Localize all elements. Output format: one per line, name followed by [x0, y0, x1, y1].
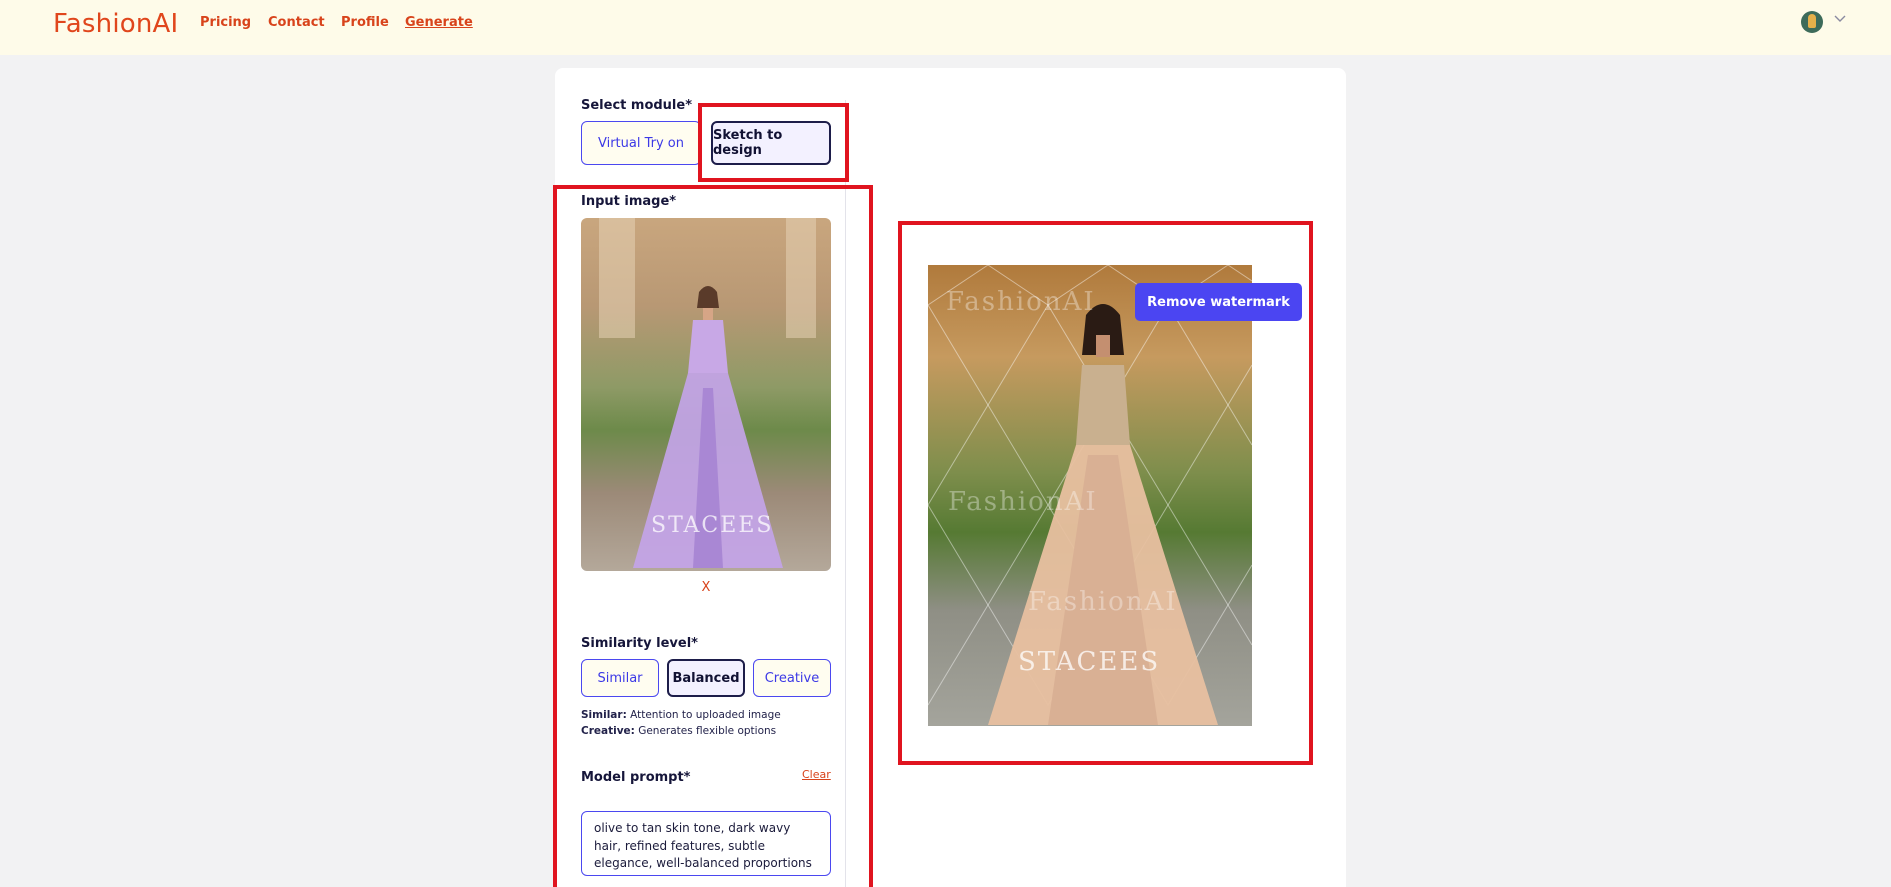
similarity-creative-button[interactable]: Creative	[753, 659, 831, 697]
nav-pricing[interactable]: Pricing	[200, 15, 251, 30]
similarity-similar-button[interactable]: Similar	[581, 659, 659, 697]
similarity-balanced-button[interactable]: Balanced	[667, 659, 745, 697]
hint-term: Creative:	[581, 725, 635, 737]
output-watermark: FashionAI	[946, 287, 1096, 317]
chevron-down-icon[interactable]	[1833, 12, 1847, 26]
input-image-label: Input image*	[581, 194, 677, 209]
logo[interactable]: FashionAI	[53, 9, 178, 39]
nav-contact[interactable]: Contact	[268, 15, 325, 30]
similarity-hint-creative: Creative: Generates flexible options	[581, 725, 776, 737]
model-prompt-input[interactable]: olive to tan skin tone, dark wavy hair, …	[581, 811, 831, 876]
avatar[interactable]	[1801, 11, 1823, 33]
hint-text: Attention to uploaded image	[626, 709, 781, 721]
module-virtual-try-on-button[interactable]: Virtual Try on	[581, 121, 701, 165]
nav-generate[interactable]: Generate	[405, 15, 473, 30]
input-watermark: STACEES	[651, 513, 774, 538]
similarity-label: Similarity level*	[581, 636, 698, 651]
module-label: Select module*	[581, 98, 693, 113]
generated-image: FashionAI FashionAI FashionAI STACEES	[928, 265, 1252, 726]
hint-text: Generates flexible options	[634, 725, 777, 737]
background-pillar	[599, 218, 635, 338]
column-divider	[845, 100, 846, 887]
remove-watermark-button[interactable]: Remove watermark	[1135, 283, 1302, 321]
hint-term: Similar:	[581, 709, 627, 721]
output-watermark: STACEES	[1018, 647, 1161, 677]
top-navbar: FashionAI Pricing Contact Profile Genera…	[0, 0, 1891, 55]
remove-image-button[interactable]: X	[699, 580, 713, 596]
background-pillar	[786, 218, 816, 338]
module-sketch-to-design-button[interactable]: Sketch to design	[711, 121, 831, 165]
similarity-hint-similar: Similar: Attention to uploaded image	[581, 709, 781, 721]
model-prompt-label: Model prompt*	[581, 770, 691, 785]
output-watermark: FashionAI	[948, 487, 1098, 517]
nav-profile[interactable]: Profile	[341, 15, 389, 30]
clear-prompt-link[interactable]: Clear	[802, 768, 831, 781]
output-watermark: FashionAI	[1028, 587, 1178, 617]
input-image-preview: STACEES	[581, 218, 831, 571]
